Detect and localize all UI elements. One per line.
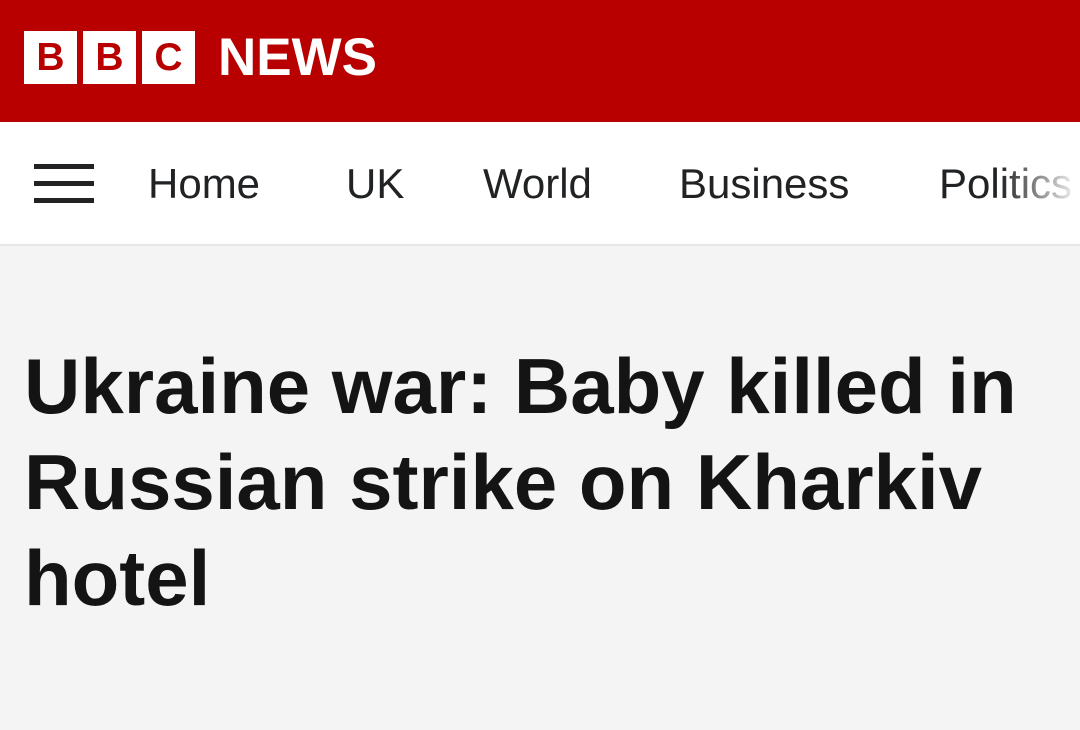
primary-navigation: Home UK World Business Politics bbox=[0, 122, 1080, 246]
hamburger-menu-icon bbox=[34, 164, 94, 204]
bbc-news-logo[interactable]: B B C NEWS bbox=[24, 29, 377, 86]
article-headline: Ukraine war: Baby killed in Russian stri… bbox=[24, 342, 1017, 622]
nav-item-world[interactable]: World bbox=[483, 160, 592, 208]
page: B B C NEWS Home UK World Business Politi… bbox=[0, 0, 1080, 730]
nav-item-uk[interactable]: UK bbox=[346, 160, 404, 208]
menu-button[interactable] bbox=[24, 158, 102, 208]
logo-letter-b2: B bbox=[83, 31, 136, 84]
nav-item-business[interactable]: Business bbox=[679, 160, 849, 208]
logo-letter-b1: B bbox=[24, 31, 77, 84]
nav-item-home[interactable]: Home bbox=[148, 160, 260, 208]
masthead: B B C NEWS bbox=[0, 0, 1080, 122]
nav-item-politics[interactable]: Politics bbox=[939, 160, 1072, 208]
logo-word-news: NEWS bbox=[218, 28, 377, 87]
logo-letter-c: C bbox=[142, 31, 195, 84]
